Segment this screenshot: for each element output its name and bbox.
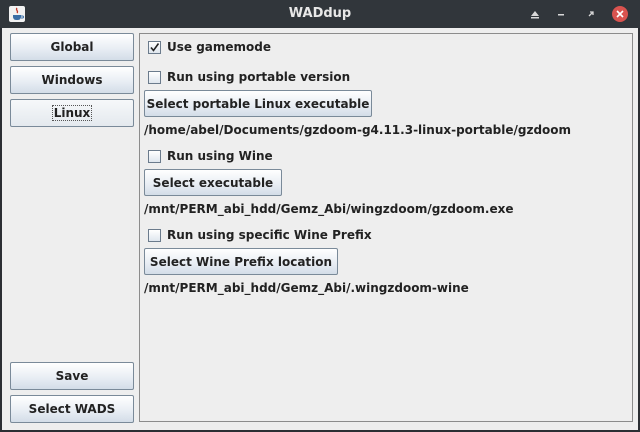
checkbox-unchecked-icon[interactable] xyxy=(148,228,161,242)
linux-button[interactable]: Linux xyxy=(10,99,134,127)
wine-executable-path: /mnt/PERM_abi_hdd/Gemz_Abi/wingzdoom/gzd… xyxy=(144,202,514,216)
select-wads-button-label: Select WADS xyxy=(28,402,116,416)
keep-above-icon[interactable] xyxy=(526,5,544,23)
window-titlebar[interactable]: WADdup xyxy=(0,0,640,28)
save-button[interactable]: Save xyxy=(10,362,134,390)
wine-label: Run using Wine xyxy=(167,149,273,163)
save-button-label: Save xyxy=(55,369,89,383)
window-content: Global Windows Linux Save Select WADS Us… xyxy=(2,28,638,430)
select-executable-button[interactable]: Select executable xyxy=(144,169,282,196)
wine-prefix-label: Run using specific Wine Prefix xyxy=(167,228,372,242)
restore-icon[interactable] xyxy=(582,5,600,23)
checkbox-unchecked-icon[interactable] xyxy=(148,149,161,163)
linux-settings-panel: Use gamemode Run using portable version … xyxy=(139,33,633,422)
window-title: WADdup xyxy=(288,6,352,21)
select-wine-prefix-label: Select Wine Prefix location xyxy=(149,254,333,269)
wine-prefix-checkbox[interactable]: Run using specific Wine Prefix xyxy=(148,227,372,243)
select-portable-executable-label: Select portable Linux executable xyxy=(146,96,370,111)
select-wads-button[interactable]: Select WADS xyxy=(10,395,134,423)
windows-button[interactable]: Windows xyxy=(10,66,134,94)
global-button-label: Global xyxy=(50,40,94,54)
select-executable-label: Select executable xyxy=(152,175,274,190)
linux-button-label: Linux xyxy=(51,105,93,121)
wine-checkbox[interactable]: Run using Wine xyxy=(148,148,273,164)
select-portable-executable-button[interactable]: Select portable Linux executable xyxy=(144,90,372,117)
select-wine-prefix-button[interactable]: Select Wine Prefix location xyxy=(144,248,338,275)
use-gamemode-label: Use gamemode xyxy=(167,40,272,54)
close-icon[interactable] xyxy=(611,5,629,23)
portable-version-label: Run using portable version xyxy=(167,70,351,84)
portable-version-checkbox[interactable]: Run using portable version xyxy=(148,69,350,85)
checkbox-checked-icon[interactable] xyxy=(148,40,161,54)
global-button[interactable]: Global xyxy=(10,33,134,61)
windows-button-label: Windows xyxy=(41,73,103,87)
checkbox-unchecked-icon[interactable] xyxy=(148,70,161,84)
use-gamemode-checkbox[interactable]: Use gamemode xyxy=(148,39,271,55)
minimize-icon[interactable] xyxy=(552,5,570,23)
portable-executable-path: /home/abel/Documents/gzdoom-g4.11.3-linu… xyxy=(144,123,572,137)
wine-prefix-path: /mnt/PERM_abi_hdd/Gemz_Abi/.wingzdoom-wi… xyxy=(144,281,469,295)
